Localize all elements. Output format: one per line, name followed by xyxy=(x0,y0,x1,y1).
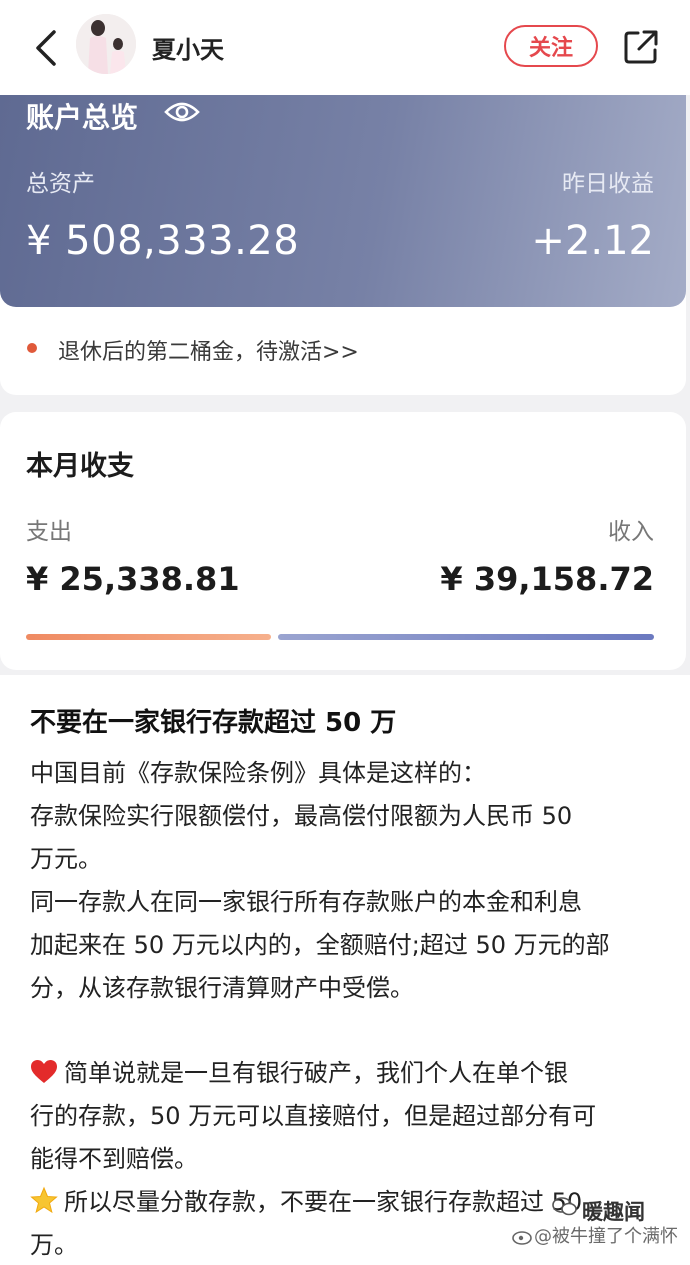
income-value: ¥ 39,158.72 xyxy=(440,560,654,598)
yesterday-earnings-value: +2.12 xyxy=(531,218,654,264)
monthly-title: 本月收支 xyxy=(26,451,134,482)
total-assets-value: ¥ 508,333.28 xyxy=(26,218,300,264)
account-title: 账户总览 xyxy=(26,101,139,134)
income-label: 收入 xyxy=(608,519,654,545)
post-line: 万元。 xyxy=(30,845,102,873)
promo-dot-icon xyxy=(27,343,37,353)
heart-icon xyxy=(31,1060,57,1083)
back-arrow-icon[interactable] xyxy=(30,28,64,68)
post-line: 存款保险实行限额偿付，最高偿付限额为人民币 50 xyxy=(30,802,573,830)
username[interactable]: 夏小天 xyxy=(152,30,224,65)
weibo-logo-icon xyxy=(512,1231,532,1245)
watermark-handle-text: @被牛撞了个满怀 xyxy=(534,1226,678,1247)
expense-value: ¥ 25,338.81 xyxy=(26,560,240,598)
post-line: 加起来在 50 万元以内的，全额赔付;超过 50 万元的部 xyxy=(30,931,610,959)
post-line-text: 简单说就是一旦有银行破产，我们个人在单个银 xyxy=(64,1059,568,1087)
yesterday-earnings-label: 昨日收益 xyxy=(562,171,654,197)
glowing-star-icon xyxy=(30,1186,58,1214)
watermark-handle: @被牛撞了个满怀 xyxy=(512,1222,678,1248)
total-assets-label: 总资产 xyxy=(26,171,95,197)
post-line: 分，从该存款银行清算财产中受偿。 xyxy=(30,974,414,1002)
expense-label: 支出 xyxy=(26,519,72,545)
post-title: 不要在一家银行存款超过 50 万 xyxy=(30,708,397,738)
post-line: 行的存款，50 万元可以直接赔付，但是超过部分有可 xyxy=(30,1102,597,1130)
promo-link[interactable]: 退休后的第二桶金，待激活>> xyxy=(58,334,359,366)
expense-bar xyxy=(26,634,271,640)
post-line: 同一存款人在同一家银行所有存款账户的本金和利息 xyxy=(30,888,582,916)
avatar[interactable] xyxy=(76,14,136,74)
post-line: 能得不到赔偿。 xyxy=(30,1145,198,1173)
follow-button[interactable]: 关注 xyxy=(504,25,598,67)
post-line-text: 所以尽量分散存款，不要在一家银行存款超过 50 xyxy=(64,1188,583,1216)
wechat-logo-icon xyxy=(552,1197,577,1216)
share-icon[interactable] xyxy=(622,28,660,66)
post-line: 中国目前《存款保险条例》具体是这样的： xyxy=(30,759,486,787)
eye-icon[interactable] xyxy=(164,98,200,126)
income-bar xyxy=(278,634,654,640)
post-line: 简单说就是一旦有银行破产，我们个人在单个银 xyxy=(30,1054,660,1092)
